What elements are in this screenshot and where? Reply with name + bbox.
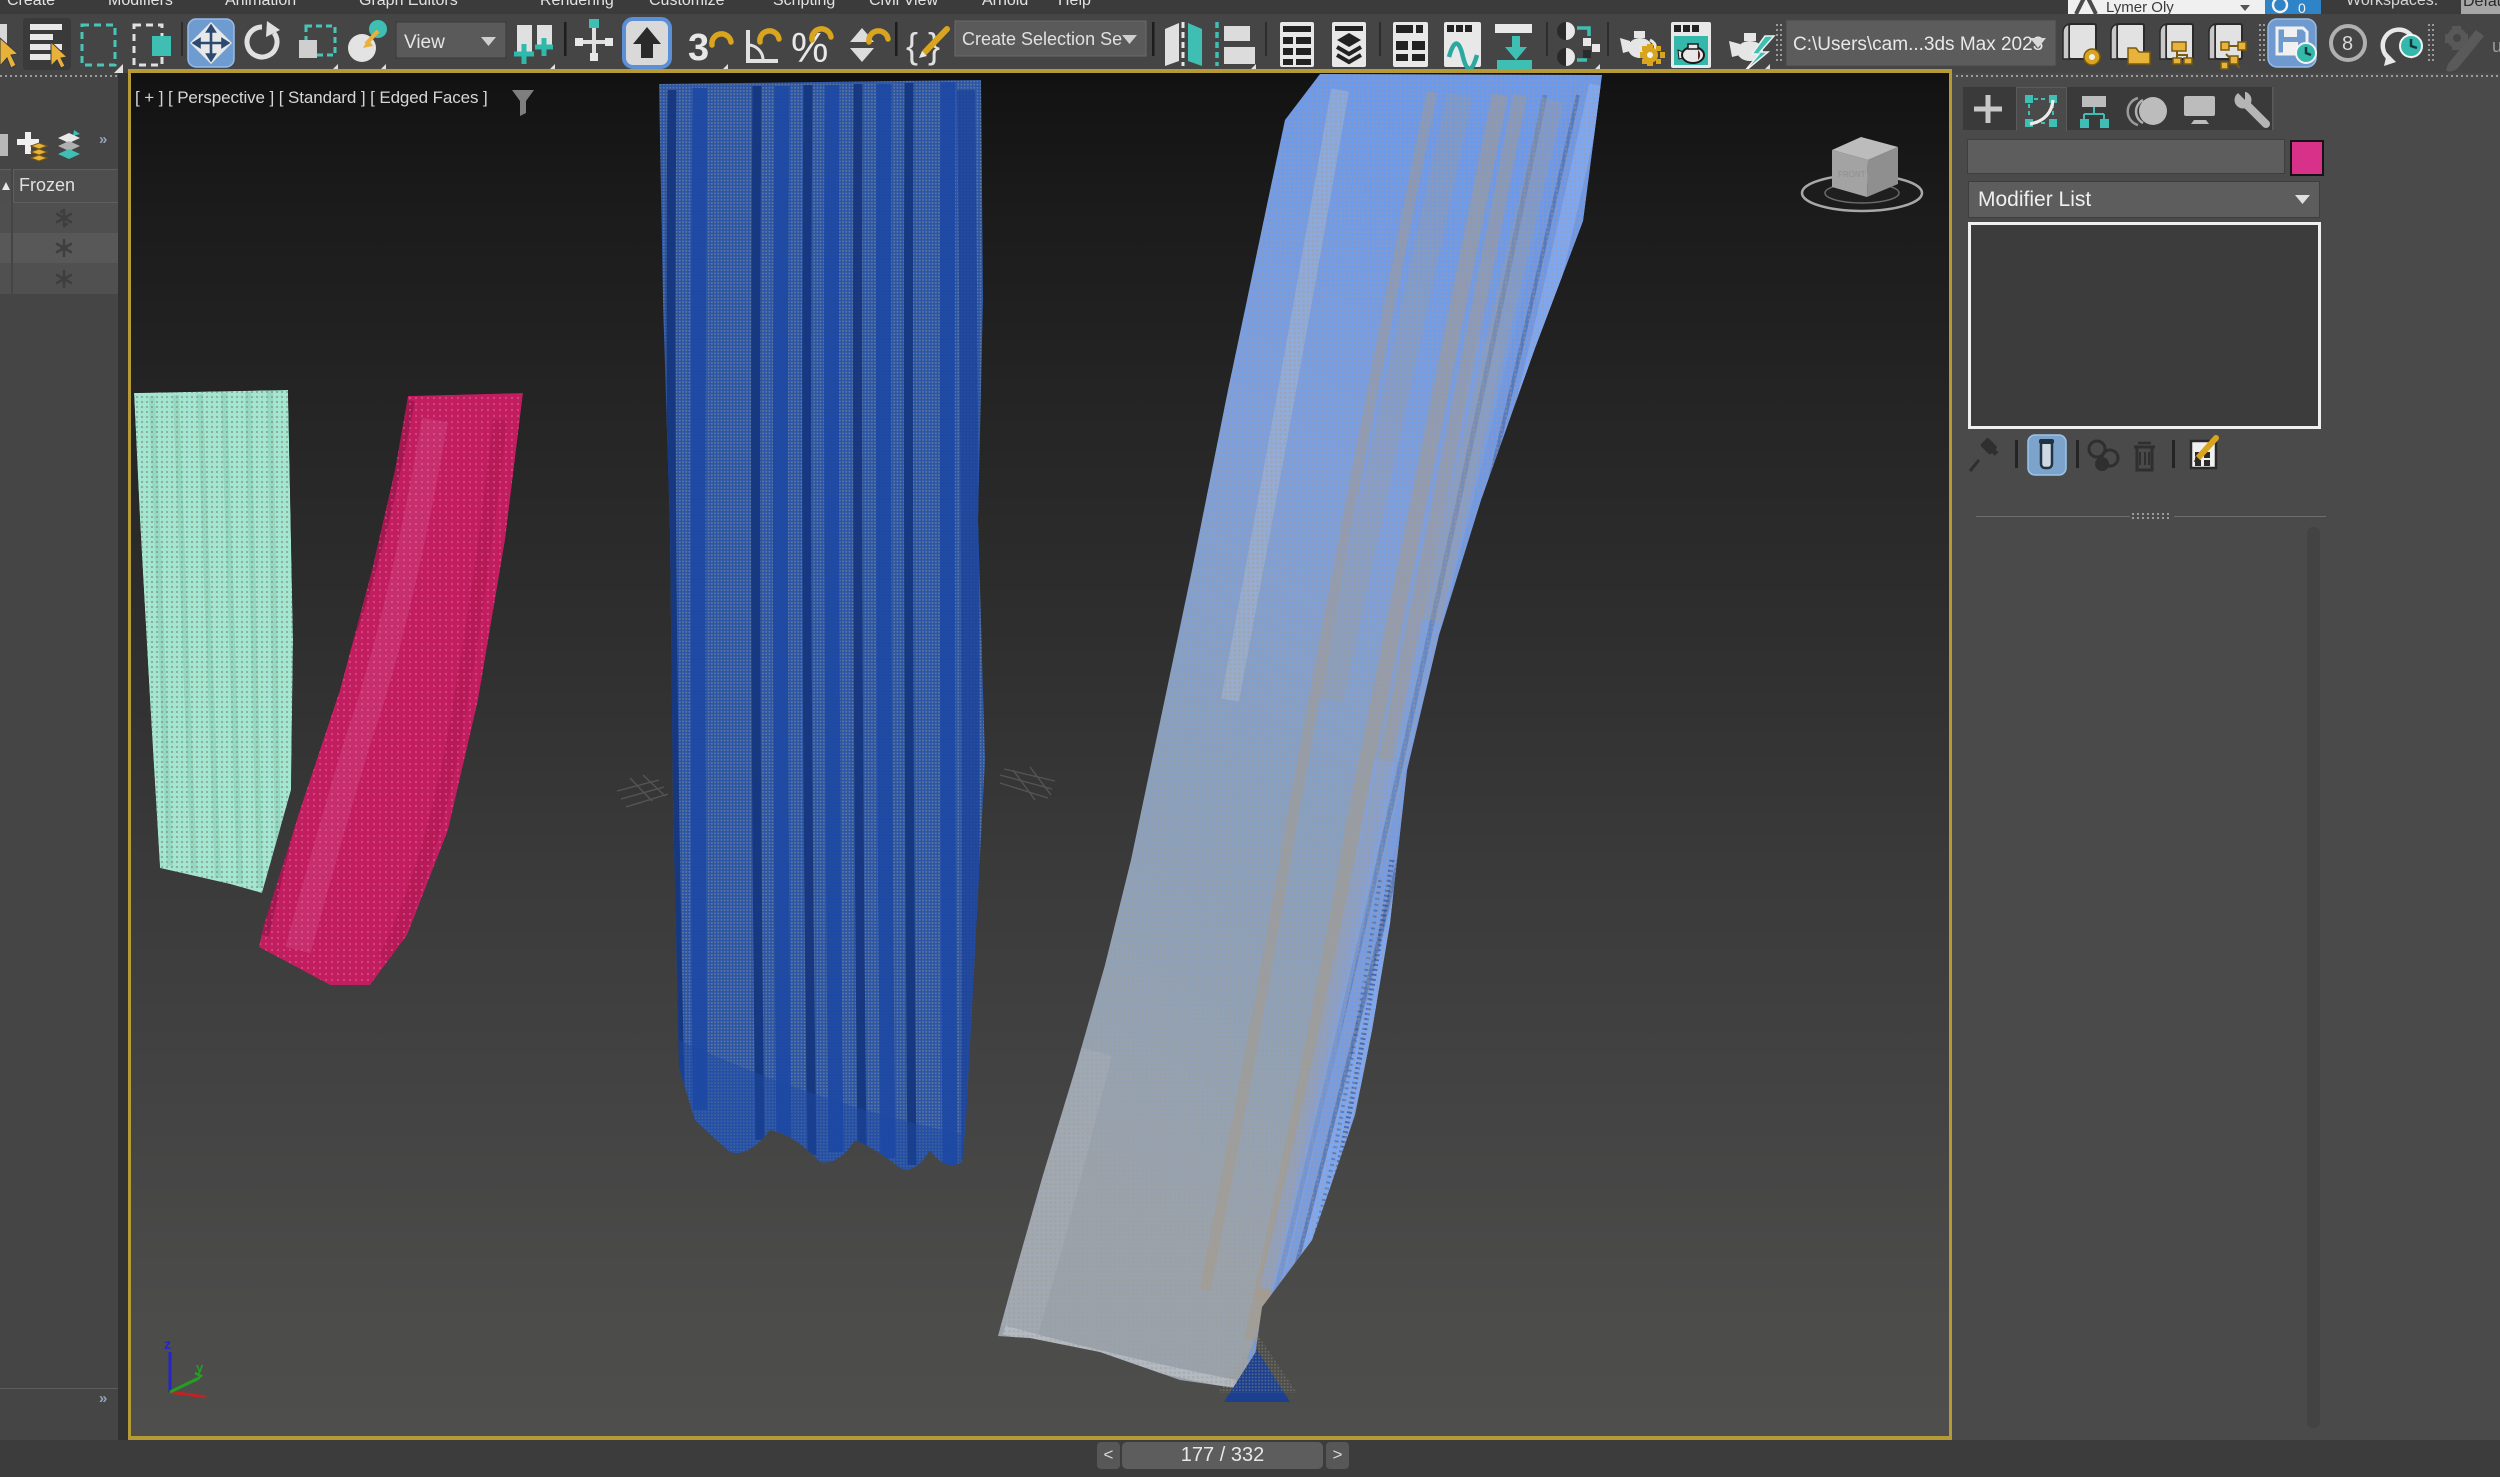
svg-text:Create Selection Se: Create Selection Se — [962, 29, 1122, 49]
svg-text:FRONT: FRONT — [1838, 170, 1866, 179]
svg-text:View: View — [404, 32, 445, 53]
svg-text:u: u — [2492, 36, 2500, 56]
svg-text:»: » — [99, 131, 107, 148]
svg-text:C:\Users\cam...3ds Max 2023: C:\Users\cam...3ds Max 2023 — [1793, 34, 2043, 55]
svg-text:{: { — [906, 25, 918, 66]
svg-text:8: 8 — [2342, 33, 2353, 55]
svg-text:3: 3 — [688, 27, 709, 69]
svg-text:y: y — [196, 1360, 204, 1375]
svg-text:z: z — [164, 1336, 171, 1352]
svg-text:0: 0 — [2298, 0, 2306, 14]
svg-text:Lymer Oly: Lymer Oly — [2106, 0, 2174, 14]
